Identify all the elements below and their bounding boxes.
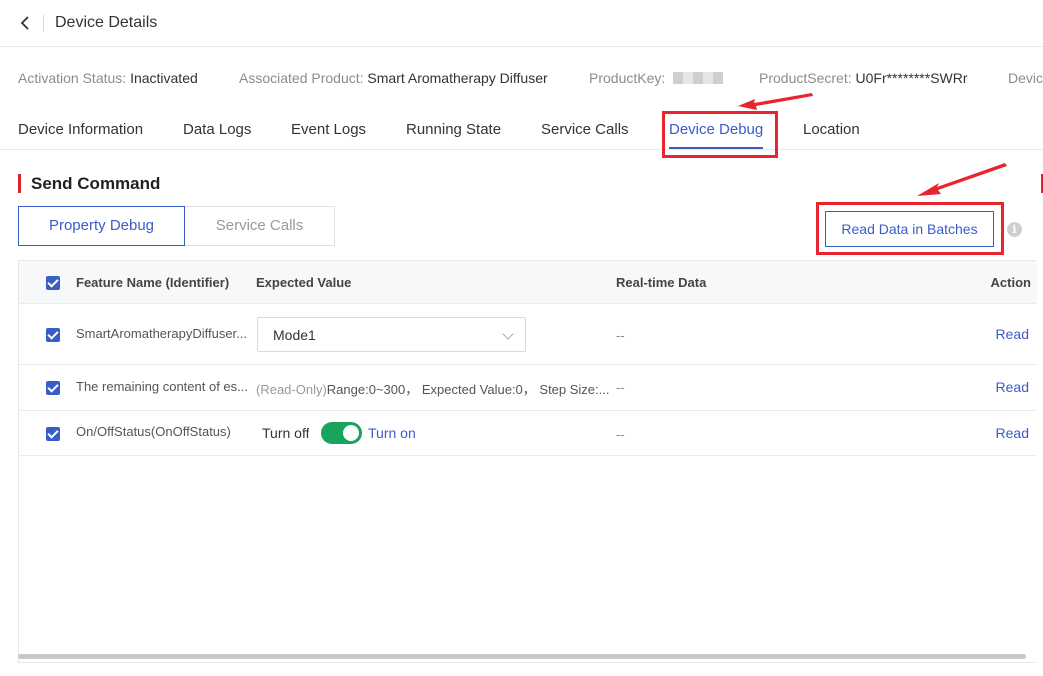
column-header-action: Action (990, 275, 1031, 290)
tab-service-calls[interactable]: Service Calls (541, 121, 629, 138)
tab-data-logs[interactable]: Data Logs (183, 121, 251, 138)
readonly-tag: (Read-Only) (256, 382, 327, 397)
toggle-off-label: Turn off (262, 425, 310, 441)
realtime-value: -- (616, 328, 625, 343)
associated-product: Associated Product: Smart Aromatherapy D… (239, 70, 548, 86)
subtab-service-calls[interactable]: Service Calls (184, 206, 335, 246)
expected-value-text: (Read-Only)Range:0~300， Expected Value:0… (256, 379, 612, 398)
read-button[interactable]: Read (996, 326, 1029, 342)
toggle-knob (343, 425, 359, 441)
table-row: The remaining content of es... (Read-Onl… (19, 365, 1037, 411)
arrow-to-device-debug-icon (738, 93, 813, 110)
tab-bar: Device Information Data Logs Event Logs … (0, 110, 1043, 150)
table-row: SmartAromatherapyDiffuser... Mode1 -- Re… (19, 304, 1037, 365)
arrow-to-batch-read-icon (917, 163, 1007, 196)
read-button[interactable]: Read (996, 425, 1029, 441)
horizontal-scrollbar[interactable] (18, 654, 1026, 659)
tab-running-state[interactable]: Running State (406, 121, 501, 138)
table-header: Feature Name (Identifier) Expected Value… (19, 261, 1037, 304)
column-header-realtime-data: Real-time Data (616, 275, 707, 290)
page-title: Device Details (55, 14, 158, 31)
tab-device-information[interactable]: Device Information (18, 121, 143, 138)
chevron-down-icon (502, 328, 514, 340)
page-header: Device Details (0, 0, 1043, 47)
product-secret: ProductSecret: U0Fr********SWRr (759, 70, 968, 86)
chevron-left-icon[interactable] (16, 12, 34, 34)
feature-name: On/OffStatus(OnOffStatus) (76, 424, 231, 439)
on-off-toggle[interactable] (321, 422, 362, 444)
device-meta-truncated: Devic (1008, 70, 1043, 86)
table-row: On/OffStatus(OnOffStatus) Turn off Turn … (19, 411, 1037, 456)
toggle-on-label: Turn on (368, 425, 416, 441)
header-divider (43, 15, 44, 32)
expected-value-select[interactable]: Mode1 (257, 317, 526, 352)
tab-event-logs[interactable]: Event Logs (291, 121, 366, 138)
property-table: Feature Name (Identifier) Expected Value… (18, 260, 1037, 663)
column-header-feature-name: Feature Name (Identifier) (76, 275, 230, 290)
range-text: Range:0~300， Expected Value:0， Step Size… (326, 382, 610, 397)
section-title: Send Command (31, 174, 161, 193)
row-checkbox[interactable] (46, 328, 60, 342)
masked-value (673, 72, 724, 84)
activation-status: Activation Status: Inactivated (18, 70, 198, 86)
feature-name: The remaining content of es... (76, 379, 248, 394)
realtime-value: -- (616, 380, 625, 395)
row-checkbox[interactable] (46, 427, 60, 441)
realtime-value: -- (616, 427, 625, 442)
select-value: Mode1 (273, 327, 316, 343)
select-all-checkbox[interactable] (46, 276, 60, 290)
section-accent-bar (18, 174, 21, 193)
subtab-property-debug[interactable]: Property Debug (18, 206, 185, 246)
tab-location[interactable]: Location (803, 121, 860, 138)
column-header-expected-value: Expected Value (256, 275, 352, 290)
row-checkbox[interactable] (46, 381, 60, 395)
product-key: ProductKey: (589, 70, 724, 86)
read-data-in-batches-button[interactable]: Read Data in Batches (825, 211, 994, 247)
device-meta-row: Activation Status: Inactivated Associate… (18, 70, 1043, 90)
read-button[interactable]: Read (996, 379, 1029, 395)
info-icon[interactable]: i (1007, 222, 1022, 237)
feature-name: SmartAromatherapyDiffuser... (76, 326, 247, 341)
annotation-box-device-debug (662, 111, 778, 158)
